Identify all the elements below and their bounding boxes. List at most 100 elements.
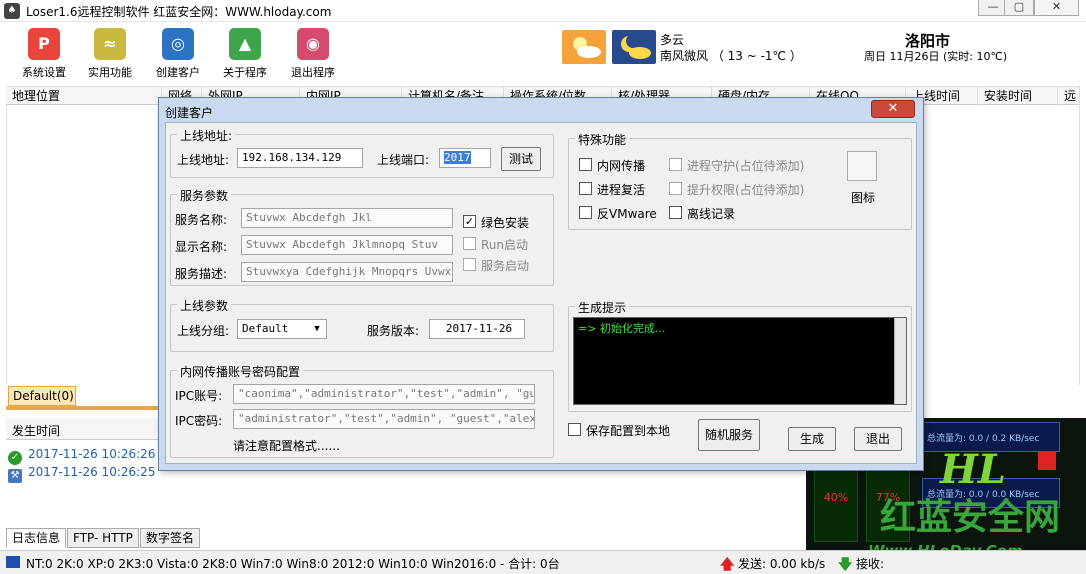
online-address-group: 上线地址: 上线地址: 192.168.134.129 上线端口: 2017 测… — [170, 127, 554, 178]
column-header[interactable]: 安装时间 — [978, 87, 1058, 105]
tab-digital-signature[interactable]: 数字签名 — [140, 528, 201, 548]
watermark-cn: 红蓝安全网 — [880, 497, 1061, 538]
offline-log-checkbox[interactable] — [669, 206, 682, 219]
version-input[interactable]: 2017-11-26 — [429, 319, 525, 339]
weather-info: 多云 南风微风 （ 13 ~ -1℃ ） — [660, 32, 802, 64]
version-label: 服务版本: — [367, 324, 420, 338]
anti-vmware-label: 反VMware — [597, 207, 657, 221]
weather-wind-temp: 南风微风 （ 13 ~ -1℃ ） — [660, 49, 802, 63]
traffic-bar — [1038, 452, 1056, 470]
download-arrow-icon: 🡇 — [838, 557, 853, 573]
elevate-checkbox[interactable] — [669, 182, 682, 195]
create-client-button[interactable]: ◎ 创建客户 — [146, 28, 210, 84]
service-start-label: 服务启动 — [481, 259, 530, 273]
title-bar: ♠ Loser1.6远程控制软件 红蓝安全网：WWW.hloday.com — … — [0, 0, 1086, 22]
group-select[interactable]: Default ▼ — [237, 319, 327, 339]
run-start-checkbox[interactable] — [463, 237, 476, 250]
address-input[interactable]: 192.168.134.129 — [237, 148, 363, 168]
service-params-group: 服务参数 服务名称: Stuvwx Abcdefgh Jkl 显示名称: Stu… — [170, 187, 554, 286]
log-column-time[interactable]: 发生时间 — [12, 422, 60, 439]
upload-arrow-icon: 🡅 — [720, 557, 735, 573]
service-name-label: 服务名称: — [175, 213, 228, 227]
watermark-brand: HL — [940, 446, 1006, 493]
display-name-label: 显示名称: — [175, 240, 228, 254]
lan-spread-label: 内网传播 — [597, 159, 646, 173]
random-service-button[interactable]: 随机服务 — [698, 419, 760, 451]
run-start-label: Run启动 — [481, 238, 529, 252]
online-params-group: 上线参数 上线分组: Default ▼ 服务版本: 2017-11-26 — [170, 297, 554, 352]
dialog-title: 创建客户 — [165, 106, 214, 120]
column-header[interactable]: 远 — [1058, 87, 1080, 105]
output-console[interactable]: => 初始化完成... — [573, 317, 907, 405]
close-button[interactable]: ✕ — [1034, 0, 1079, 16]
port-label: 上线端口: — [377, 153, 430, 167]
ipc-password-input[interactable]: "administrator","test","admin", "guest",… — [233, 409, 535, 429]
ipc-account-input[interactable]: "caonima","administrator","test","admin"… — [233, 384, 535, 404]
generate-hint-group: 生成提示 => 初始化完成... — [568, 299, 912, 412]
app-icon: ♠ — [4, 3, 20, 19]
process-guard-label: 进程守护(占位待添加) — [687, 159, 805, 173]
process-guard-checkbox[interactable] — [669, 158, 682, 171]
dialog-body: 上线地址: 上线地址: 192.168.134.129 上线端口: 2017 测… — [165, 122, 917, 464]
log-time: 2017-11-26 10:26:26 — [28, 447, 156, 461]
utilities-button[interactable]: ≈ 实用功能 — [78, 28, 142, 84]
client-icon: ◎ — [162, 28, 194, 60]
build-button[interactable]: 生成 — [788, 427, 836, 451]
cpu-gauge: 40% — [814, 466, 858, 542]
log-row[interactable]: ✓ 2017-11-26 10:26:26 — [8, 445, 156, 465]
offline-log-label: 离线记录 — [687, 207, 736, 221]
service-desc-label: 服务描述: — [175, 267, 228, 281]
console-scrollbar[interactable] — [894, 318, 906, 404]
log-time: 2017-11-26 10:26:25 — [28, 465, 156, 479]
tool-icon: ⚒ — [8, 469, 22, 483]
moon-cloud-icon — [612, 30, 656, 64]
maximize-button[interactable]: ▢ — [1004, 0, 1034, 16]
os-counts: NT:0 2K:0 XP:0 2K3:0 Vista:0 2K8:0 Win7:… — [26, 557, 560, 571]
service-name-input[interactable]: Stuvwx Abcdefgh Jkl — [241, 208, 453, 228]
address-label: 上线地址: — [177, 153, 230, 167]
tab-log[interactable]: 日志信息 — [6, 528, 67, 548]
elevate-label: 提升权限(占位待添加) — [687, 183, 805, 197]
save-config-checkbox[interactable] — [568, 423, 581, 436]
recv-rate: 接收: — [856, 557, 885, 571]
process-revive-label: 进程复活 — [597, 183, 646, 197]
save-config-label: 保存配置到本地 — [586, 424, 671, 438]
traffic-text: 总流量为: 0.0 / 0.2 KB/sec — [927, 434, 1040, 444]
ipc-password-label: IPC密码: — [175, 414, 223, 428]
process-revive-checkbox[interactable] — [579, 182, 592, 195]
system-settings-button[interactable]: P 系统设置 — [12, 28, 76, 84]
dialog-close-button[interactable]: ✕ — [871, 100, 915, 118]
exit-icon: ◉ — [297, 28, 329, 60]
settings-icon: P — [28, 28, 60, 60]
city-date: 周日 11月26日 (实时: 10℃) — [864, 50, 1008, 63]
about-button[interactable]: ▲ 关于程序 — [213, 28, 277, 84]
test-button[interactable]: 测试 — [501, 147, 541, 171]
exit-dialog-button[interactable]: 退出 — [854, 427, 902, 451]
chevron-down-icon: ▼ — [314, 324, 320, 334]
column-header[interactable]: 地理位置 — [6, 87, 162, 105]
anti-vmware-checkbox[interactable] — [579, 206, 592, 219]
create-client-dialog: 创建客户 ✕ 上线地址: 上线地址: 192.168.134.129 上线端口:… — [158, 97, 924, 471]
icon-picker[interactable] — [847, 151, 877, 181]
tools-icon: ≈ — [94, 28, 126, 60]
tab-ftp-http[interactable]: FTP- HTTP — [67, 528, 139, 548]
about-icon: ▲ — [229, 28, 261, 60]
weather-condition: 多云 — [660, 33, 685, 47]
display-name-input[interactable]: Stuvwx Abcdefgh Jklmnopq Stuv — [241, 235, 453, 255]
status-bar: NT:0 2K:0 XP:0 2K3:0 Vista:0 2K8:0 Win7:… — [0, 550, 1086, 574]
group-tab-default[interactable]: Default(0) — [8, 386, 76, 406]
log-row[interactable]: ⚒ 2017-11-26 10:26:25 — [8, 463, 156, 483]
special-functions-group: 特殊功能 内网传播 进程复活 反VMware 进程守护(占位待添加) 提升权限(… — [568, 131, 912, 230]
port-input[interactable]: 2017 — [439, 148, 491, 168]
send-rate: 发送: 0.00 kb/s — [738, 557, 826, 571]
lan-spread-checkbox[interactable] — [579, 158, 592, 171]
sun-cloud-icon — [562, 30, 606, 64]
green-install-checkbox[interactable]: ✓ — [463, 215, 476, 228]
service-start-checkbox[interactable] — [463, 258, 476, 271]
monitor-icon — [6, 556, 20, 568]
window-title: Loser1.6远程控制软件 红蓝安全网：WWW.hloday.com — [26, 5, 332, 19]
service-desc-input[interactable]: Stuvwxya Cdefghijk Mnopqrs Uvwxyabc — [241, 262, 453, 282]
icon-picker-label: 图标 — [851, 191, 876, 205]
exit-program-button[interactable]: ◉ 退出程序 — [281, 28, 345, 84]
ipc-config-group: 内网传播账号密码配置 IPC账号: "caonima","administrat… — [170, 363, 554, 458]
